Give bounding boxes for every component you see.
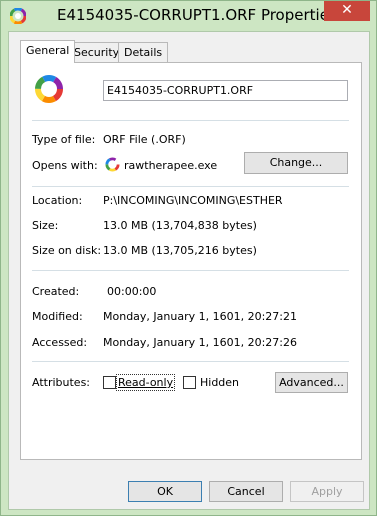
tab-security[interactable]: Security — [68, 42, 126, 62]
file-name-field[interactable]: E4154035-CORRUPT1.ORF — [103, 80, 348, 101]
separator — [32, 186, 349, 187]
close-button[interactable]: ✕ — [324, 1, 370, 21]
created-label: Created: — [32, 285, 80, 298]
separator — [32, 361, 349, 362]
separator — [32, 120, 349, 121]
opens-with-value: rawtherapee.exe — [124, 159, 218, 172]
hidden-checkbox[interactable] — [183, 376, 196, 389]
tab-general[interactable]: General — [20, 40, 76, 63]
separator — [32, 270, 349, 271]
accessed-label: Accessed: — [32, 336, 88, 349]
location-value: P:\INCOMING\INCOMING\ESTHER — [103, 194, 283, 207]
size-on-disk-label: Size on disk: — [32, 244, 102, 257]
modified-value: Monday, January 1, 1601, 20:27:21 — [103, 310, 297, 323]
title-bar[interactable]: E4154035-CORRUPT1.ORF Properties ✕ — [1, 1, 376, 31]
read-only-label[interactable]: Read-only — [115, 374, 176, 391]
attributes-label: Attributes: — [32, 376, 91, 389]
rawtherapee-icon — [105, 157, 120, 172]
opens-with-label: Opens with: — [32, 159, 98, 172]
window-title: E4154035-CORRUPT1.ORF Properties — [57, 6, 337, 24]
size-label: Size: — [32, 219, 59, 232]
cancel-button[interactable]: Cancel — [209, 481, 283, 502]
advanced-button[interactable]: Advanced... — [275, 372, 348, 393]
type-of-file-label: Type of file: — [32, 133, 96, 146]
accessed-value: Monday, January 1, 1601, 20:27:26 — [103, 336, 297, 349]
tab-details[interactable]: Details — [118, 42, 169, 62]
file-type-icon — [35, 75, 63, 103]
general-panel: E4154035-CORRUPT1.ORF Type of file: ORF … — [20, 62, 362, 460]
modified-label: Modified: — [32, 310, 83, 323]
size-on-disk-value: 13.0 MB (13,705,216 bytes) — [103, 244, 257, 257]
ok-button[interactable]: OK — [128, 481, 202, 502]
read-only-checkbox[interactable] — [103, 376, 116, 389]
type-of-file-value: ORF File (.ORF) — [103, 133, 186, 146]
dialog-client-area: General Security Details E4154035-CORRUP… — [8, 31, 370, 510]
change-button[interactable]: Change... — [244, 152, 348, 174]
properties-window: E4154035-CORRUPT1.ORF Properties ✕ Gener… — [0, 0, 377, 516]
created-value: 00:00:00 — [107, 285, 157, 298]
hidden-label[interactable]: Hidden — [200, 376, 239, 389]
size-value: 13.0 MB (13,704,838 bytes) — [103, 219, 257, 232]
apply-button[interactable]: Apply — [290, 481, 364, 502]
read-only-label-text: Read-only — [118, 376, 174, 389]
color-wheel-icon — [10, 8, 26, 24]
location-label: Location: — [32, 194, 83, 207]
